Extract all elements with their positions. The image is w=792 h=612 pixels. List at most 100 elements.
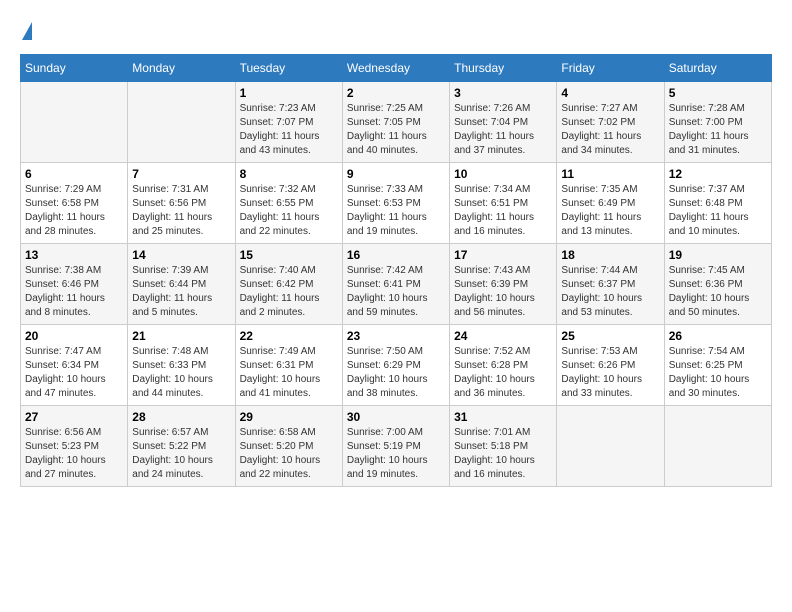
calendar-cell: 4 Sunrise: 7:27 AMSunset: 7:02 PMDaylight…	[557, 82, 664, 163]
calendar-cell: 7 Sunrise: 7:31 AMSunset: 6:56 PMDaylight…	[128, 163, 235, 244]
day-number: 16	[347, 248, 445, 262]
day-number: 28	[132, 410, 230, 424]
week-row-1: 1 Sunrise: 7:23 AMSunset: 7:07 PMDaylight…	[21, 82, 772, 163]
calendar-cell: 27 Sunrise: 6:56 AMSunset: 5:23 PMDayligh…	[21, 406, 128, 487]
day-number: 11	[561, 167, 659, 181]
day-info: Sunrise: 7:48 AMSunset: 6:33 PMDaylight:…	[132, 345, 230, 401]
day-info: Sunrise: 7:32 AMSunset: 6:55 PMDaylight:…	[240, 183, 338, 239]
day-number: 24	[454, 329, 552, 343]
calendar-cell: 12Sunrise: 7:37 AMSunset: 6:48 PMDayligh…	[664, 163, 771, 244]
header-day-monday: Monday	[128, 55, 235, 82]
calendar-cell: 19Sunrise: 7:45 AMSunset: 6:36 PMDayligh…	[664, 244, 771, 325]
day-info: Sunrise: 7:23 AMSunset: 7:07 PMDaylight:…	[240, 102, 338, 158]
day-number: 4	[561, 86, 659, 100]
day-number: 17	[454, 248, 552, 262]
day-number: 23	[347, 329, 445, 343]
calendar-cell: 23 Sunrise: 7:50 AMSunset: 6:29 PMDayligh…	[342, 325, 449, 406]
day-info: Sunrise: 7:37 AMSunset: 6:48 PMDaylight:…	[669, 183, 767, 239]
calendar-cell: 31 Sunrise: 7:01 AMSunset: 5:18 PMDayligh…	[450, 406, 557, 487]
day-info: Sunrise: 7:52 AMSunset: 6:28 PMDaylight:…	[454, 345, 552, 401]
calendar-cell	[557, 406, 664, 487]
header-day-sunday: Sunday	[21, 55, 128, 82]
week-row-2: 6Sunrise: 7:29 AMSunset: 6:58 PMDaylight…	[21, 163, 772, 244]
header-day-saturday: Saturday	[664, 55, 771, 82]
day-number: 14	[132, 248, 230, 262]
calendar-cell: 8 Sunrise: 7:32 AMSunset: 6:55 PMDaylight…	[235, 163, 342, 244]
day-info: Sunrise: 6:56 AMSunset: 5:23 PMDaylight:…	[25, 426, 123, 482]
calendar-cell: 13 Sunrise: 7:38 AMSunset: 6:46 PMDayligh…	[21, 244, 128, 325]
calendar-cell: 29 Sunrise: 6:58 AMSunset: 5:20 PMDayligh…	[235, 406, 342, 487]
day-info: Sunrise: 7:39 AMSunset: 6:44 PMDaylight:…	[132, 264, 230, 320]
header-day-tuesday: Tuesday	[235, 55, 342, 82]
day-number: 9	[347, 167, 445, 181]
day-number: 7	[132, 167, 230, 181]
day-number: 27	[25, 410, 123, 424]
calendar-cell: 24 Sunrise: 7:52 AMSunset: 6:28 PMDayligh…	[450, 325, 557, 406]
calendar-cell: 3 Sunrise: 7:26 AMSunset: 7:04 PMDaylight…	[450, 82, 557, 163]
day-number: 13	[25, 248, 123, 262]
day-number: 20	[25, 329, 123, 343]
day-number: 2	[347, 86, 445, 100]
day-info: Sunrise: 7:26 AMSunset: 7:04 PMDaylight:…	[454, 102, 552, 158]
day-number: 8	[240, 167, 338, 181]
calendar-cell: 16 Sunrise: 7:42 AMSunset: 6:41 PMDayligh…	[342, 244, 449, 325]
calendar-cell	[128, 82, 235, 163]
day-info: Sunrise: 7:31 AMSunset: 6:56 PMDaylight:…	[132, 183, 230, 239]
week-row-4: 20 Sunrise: 7:47 AMSunset: 6:34 PMDayligh…	[21, 325, 772, 406]
day-info: Sunrise: 7:01 AMSunset: 5:18 PMDaylight:…	[454, 426, 552, 482]
calendar-cell	[21, 82, 128, 163]
calendar-cell: 17 Sunrise: 7:43 AMSunset: 6:39 PMDayligh…	[450, 244, 557, 325]
calendar-cell: 10Sunrise: 7:34 AMSunset: 6:51 PMDayligh…	[450, 163, 557, 244]
day-number: 6	[25, 167, 123, 181]
day-info: Sunrise: 7:49 AMSunset: 6:31 PMDaylight:…	[240, 345, 338, 401]
header-day-friday: Friday	[557, 55, 664, 82]
logo	[20, 20, 34, 38]
day-info: Sunrise: 7:35 AMSunset: 6:49 PMDaylight:…	[561, 183, 659, 239]
calendar-cell: 22 Sunrise: 7:49 AMSunset: 6:31 PMDayligh…	[235, 325, 342, 406]
day-info: Sunrise: 7:44 AMSunset: 6:37 PMDaylight:…	[561, 264, 659, 320]
page-header	[20, 20, 772, 38]
day-number: 29	[240, 410, 338, 424]
day-info: Sunrise: 7:00 AMSunset: 5:19 PMDaylight:…	[347, 426, 445, 482]
day-number: 31	[454, 410, 552, 424]
day-number: 26	[669, 329, 767, 343]
header-day-wednesday: Wednesday	[342, 55, 449, 82]
header-row: SundayMondayTuesdayWednesdayThursdayFrid…	[21, 55, 772, 82]
day-number: 5	[669, 86, 767, 100]
day-number: 1	[240, 86, 338, 100]
calendar-cell: 6Sunrise: 7:29 AMSunset: 6:58 PMDaylight…	[21, 163, 128, 244]
calendar-body: 1 Sunrise: 7:23 AMSunset: 7:07 PMDaylight…	[21, 82, 772, 487]
calendar-cell: 20 Sunrise: 7:47 AMSunset: 6:34 PMDayligh…	[21, 325, 128, 406]
day-info: Sunrise: 6:57 AMSunset: 5:22 PMDaylight:…	[132, 426, 230, 482]
day-info: Sunrise: 7:54 AMSunset: 6:25 PMDaylight:…	[669, 345, 767, 401]
calendar-cell: 25Sunrise: 7:53 AMSunset: 6:26 PMDayligh…	[557, 325, 664, 406]
day-info: Sunrise: 7:50 AMSunset: 6:29 PMDaylight:…	[347, 345, 445, 401]
calendar-cell: 18 Sunrise: 7:44 AMSunset: 6:37 PMDayligh…	[557, 244, 664, 325]
day-info: Sunrise: 7:27 AMSunset: 7:02 PMDaylight:…	[561, 102, 659, 158]
calendar-cell: 28 Sunrise: 6:57 AMSunset: 5:22 PMDayligh…	[128, 406, 235, 487]
day-number: 18	[561, 248, 659, 262]
day-number: 22	[240, 329, 338, 343]
day-info: Sunrise: 7:40 AMSunset: 6:42 PMDaylight:…	[240, 264, 338, 320]
day-info: Sunrise: 6:58 AMSunset: 5:20 PMDaylight:…	[240, 426, 338, 482]
calendar-table: SundayMondayTuesdayWednesdayThursdayFrid…	[20, 54, 772, 487]
logo-triangle-icon	[22, 22, 32, 40]
header-day-thursday: Thursday	[450, 55, 557, 82]
calendar-cell: 9Sunrise: 7:33 AMSunset: 6:53 PMDaylight…	[342, 163, 449, 244]
week-row-5: 27 Sunrise: 6:56 AMSunset: 5:23 PMDayligh…	[21, 406, 772, 487]
week-row-3: 13 Sunrise: 7:38 AMSunset: 6:46 PMDayligh…	[21, 244, 772, 325]
day-info: Sunrise: 7:38 AMSunset: 6:46 PMDaylight:…	[25, 264, 123, 320]
day-info: Sunrise: 7:25 AMSunset: 7:05 PMDaylight:…	[347, 102, 445, 158]
day-info: Sunrise: 7:45 AMSunset: 6:36 PMDaylight:…	[669, 264, 767, 320]
day-number: 15	[240, 248, 338, 262]
day-info: Sunrise: 7:47 AMSunset: 6:34 PMDaylight:…	[25, 345, 123, 401]
calendar-cell: 26 Sunrise: 7:54 AMSunset: 6:25 PMDayligh…	[664, 325, 771, 406]
day-info: Sunrise: 7:43 AMSunset: 6:39 PMDaylight:…	[454, 264, 552, 320]
day-number: 25	[561, 329, 659, 343]
calendar-cell: 14 Sunrise: 7:39 AMSunset: 6:44 PMDayligh…	[128, 244, 235, 325]
day-number: 21	[132, 329, 230, 343]
day-number: 30	[347, 410, 445, 424]
calendar-cell: 2 Sunrise: 7:25 AMSunset: 7:05 PMDaylight…	[342, 82, 449, 163]
day-info: Sunrise: 7:42 AMSunset: 6:41 PMDaylight:…	[347, 264, 445, 320]
day-number: 3	[454, 86, 552, 100]
